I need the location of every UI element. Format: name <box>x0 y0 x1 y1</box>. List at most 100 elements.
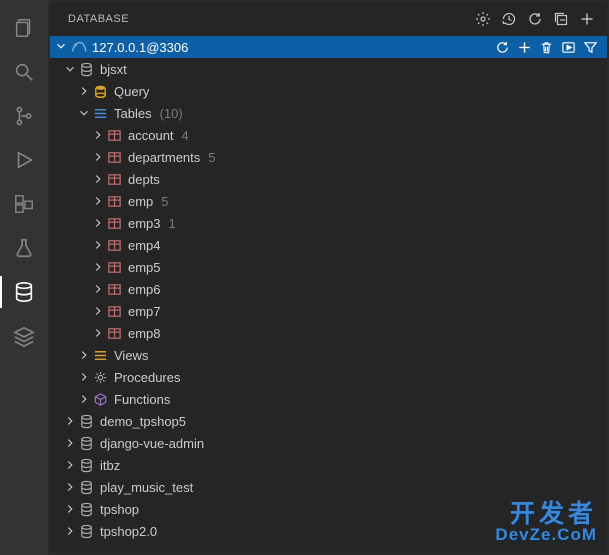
table-icon <box>106 281 122 297</box>
tree-item-label: itbz <box>100 458 120 473</box>
chevron-right-icon[interactable] <box>62 435 78 451</box>
chevron-right-icon[interactable] <box>90 259 106 275</box>
tree-item-count: 4 <box>182 128 189 143</box>
chevron-down-icon[interactable] <box>76 105 92 121</box>
tree-item-tpshop2-0[interactable]: tpshop2.0 <box>50 520 607 542</box>
chevron-right-icon[interactable] <box>76 391 92 407</box>
chevron-right-icon[interactable] <box>76 369 92 385</box>
chevron-right-icon[interactable] <box>62 523 78 539</box>
chevron-right-icon[interactable] <box>90 127 106 143</box>
tree-item-demo-tpshop5[interactable]: demo_tpshop5 <box>50 410 607 432</box>
tree-item-bjsxt[interactable]: bjsxt <box>50 58 607 80</box>
chevron-down-icon[interactable] <box>62 61 78 77</box>
chevron-right-icon[interactable] <box>90 303 106 319</box>
chevron-right-icon[interactable] <box>90 171 106 187</box>
chevron-down-icon <box>52 39 70 56</box>
chevron-right-icon[interactable] <box>90 237 106 253</box>
tree-item-count: (10) <box>160 106 183 121</box>
tree-item-emp7[interactable]: emp7 <box>50 300 607 322</box>
run-debug-icon[interactable] <box>0 140 48 180</box>
filter-icon[interactable] <box>579 36 601 58</box>
delete-icon[interactable] <box>535 36 557 58</box>
tree-item-tpshop[interactable]: tpshop <box>50 498 607 520</box>
tree-item-label: emp8 <box>128 326 161 341</box>
tree-item-views[interactable]: Views <box>50 344 607 366</box>
chevron-right-icon[interactable] <box>90 325 106 341</box>
testing-icon[interactable] <box>0 228 48 268</box>
tree-item-emp5[interactable]: emp5 <box>50 256 607 278</box>
connection-row[interactable]: 127.0.0.1@3306 <box>50 36 607 58</box>
database-icon <box>78 457 94 473</box>
collapse-all-icon[interactable] <box>549 7 573 31</box>
chevron-right-icon[interactable] <box>90 193 106 209</box>
settings-icon[interactable] <box>471 7 495 31</box>
database-icon <box>78 523 94 539</box>
tree-item-query[interactable]: Query <box>50 80 607 102</box>
chevron-right-icon[interactable] <box>62 457 78 473</box>
search-icon[interactable] <box>0 52 48 92</box>
panel-title: DATABASE <box>68 13 471 25</box>
run-icon[interactable] <box>557 36 579 58</box>
add-icon[interactable] <box>513 36 535 58</box>
procedures-icon <box>92 369 108 385</box>
tree-item-label: emp <box>128 194 153 209</box>
tree-item-label: emp5 <box>128 260 161 275</box>
tree-item-label: Procedures <box>114 370 180 385</box>
chevron-right-icon[interactable] <box>62 501 78 517</box>
chevron-right-icon[interactable] <box>90 149 106 165</box>
tree-item-depts[interactable]: depts <box>50 168 607 190</box>
tree-item-label: tpshop2.0 <box>100 524 157 539</box>
chevron-right-icon[interactable] <box>62 413 78 429</box>
tree-item-procedures[interactable]: Procedures <box>50 366 607 388</box>
tree-item-label: bjsxt <box>100 62 127 77</box>
tree-item-count: 1 <box>169 216 176 231</box>
refresh-icon[interactable] <box>523 7 547 31</box>
database-tree[interactable]: bjsxt Query Tables(10)account4departments5… <box>50 58 607 553</box>
source-control-icon[interactable] <box>0 96 48 136</box>
chevron-right-icon[interactable] <box>76 83 92 99</box>
tree-item-label: Query <box>114 84 149 99</box>
tables-icon <box>92 105 108 121</box>
chevron-right-icon[interactable] <box>90 281 106 297</box>
activity-bar <box>0 0 48 555</box>
tree-item-django-vue-admin[interactable]: django-vue-admin <box>50 432 607 454</box>
tree-item-label: demo_tpshop5 <box>100 414 186 429</box>
tree-item-label: emp6 <box>128 282 161 297</box>
mysql-icon <box>70 38 88 56</box>
tree-item-emp8[interactable]: emp8 <box>50 322 607 344</box>
tree-item-label: Views <box>114 348 148 363</box>
tree-item-emp4[interactable]: emp4 <box>50 234 607 256</box>
connection-label: 127.0.0.1@3306 <box>92 40 491 55</box>
table-icon <box>106 127 122 143</box>
table-icon <box>106 237 122 253</box>
database-panel: DATABASE 127.0.0.1@3306 bjsxt Query Tables… <box>48 0 609 555</box>
table-icon <box>106 149 122 165</box>
tree-item-label: emp4 <box>128 238 161 253</box>
tree-item-emp[interactable]: emp5 <box>50 190 607 212</box>
tree-item-tables[interactable]: Tables(10) <box>50 102 607 124</box>
database-icon <box>78 501 94 517</box>
functions-icon <box>92 391 108 407</box>
extensions-icon[interactable] <box>0 184 48 224</box>
chevron-right-icon[interactable] <box>62 479 78 495</box>
explorer-icon[interactable] <box>0 8 48 48</box>
add-icon[interactable] <box>575 7 599 31</box>
tree-item-functions[interactable]: Functions <box>50 388 607 410</box>
tree-item-account[interactable]: account4 <box>50 124 607 146</box>
tree-item-emp6[interactable]: emp6 <box>50 278 607 300</box>
chevron-right-icon[interactable] <box>90 215 106 231</box>
layers-icon[interactable] <box>0 316 48 356</box>
tree-item-emp3[interactable]: emp31 <box>50 212 607 234</box>
refresh-icon[interactable] <box>491 36 513 58</box>
panel-header: DATABASE <box>50 2 607 36</box>
tree-item-itbz[interactable]: itbz <box>50 454 607 476</box>
connection-actions <box>491 36 601 58</box>
tree-item-play-music-test[interactable]: play_music_test <box>50 476 607 498</box>
chevron-right-icon[interactable] <box>76 347 92 363</box>
history-icon[interactable] <box>497 7 521 31</box>
table-icon <box>106 259 122 275</box>
tree-item-departments[interactable]: departments5 <box>50 146 607 168</box>
tree-item-label: Functions <box>114 392 170 407</box>
database-icon[interactable] <box>0 272 48 312</box>
tree-item-label: departments <box>128 150 200 165</box>
